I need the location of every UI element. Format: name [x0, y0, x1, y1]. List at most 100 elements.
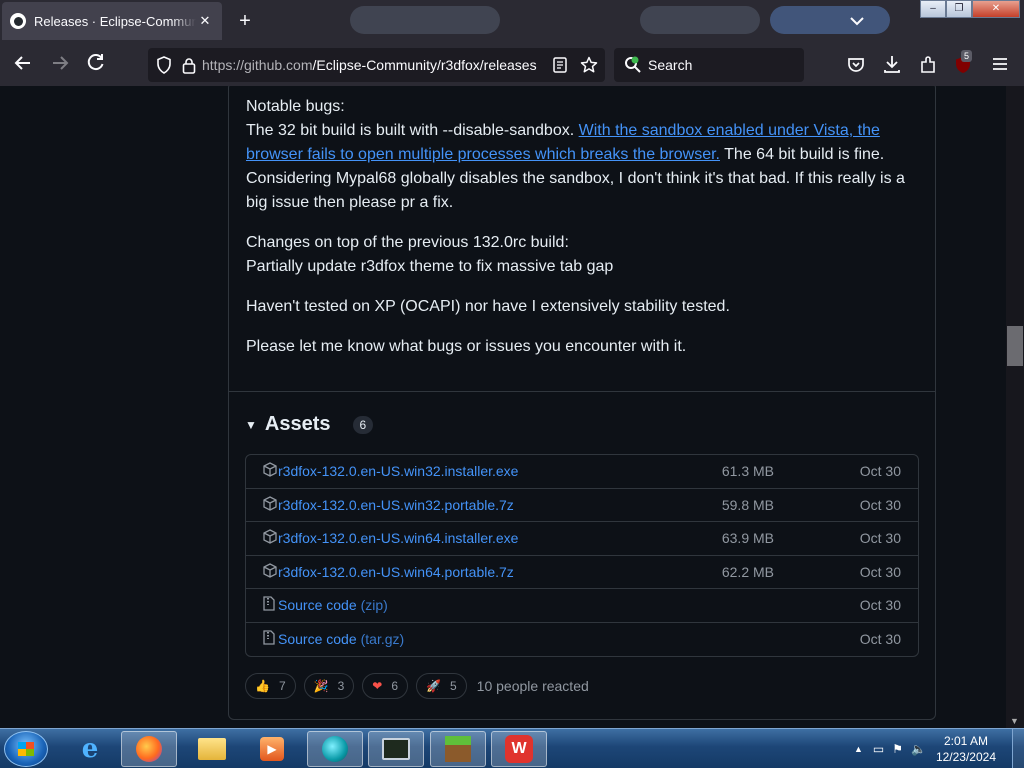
show-desktop-button[interactable] [1012, 729, 1024, 768]
asset-name: r3dfox-132.0.en-US.win32.portable.7z [278, 496, 514, 513]
back-arrow-icon [14, 56, 30, 70]
close-window-button[interactable]: ✕ [972, 0, 1020, 18]
network-icon[interactable]: ▭ [873, 742, 884, 756]
testing-note: Haven't tested on XP (OCAPI) nor have I … [246, 298, 730, 315]
asset-format: (zip) [360, 597, 388, 614]
asset-row: r3dfox-132.0.en-US.win64.portable.7z 62.2… [246, 556, 918, 589]
asset-date: Oct 30 [859, 530, 901, 547]
asset-link[interactable]: r3dfox-132.0.en-US.win32.portable.7z [278, 497, 514, 513]
back-button[interactable] [10, 53, 36, 77]
asset-row: r3dfox-132.0.en-US.win32.portable.7z 59.8… [246, 489, 918, 522]
asset-date: Oct 30 [859, 631, 901, 648]
asset-row: r3dfox-132.0.en-US.win32.installer.exe 61… [246, 455, 918, 489]
reaction-button[interactable]: 👍 7 [245, 673, 296, 699]
show-hidden-icons-icon[interactable]: ▲ [854, 744, 863, 754]
clock[interactable]: 2:01 AM 12/23/2024 [936, 733, 996, 765]
asset-date: Oct 30 [859, 597, 901, 614]
browser-window: Releases · Eclipse-Community/r3dfox ✕ + … [0, 0, 1024, 768]
party-popper-icon: 🎉 [313, 679, 329, 693]
action-center-flag-icon[interactable]: ⚑ [892, 742, 903, 756]
package-icon [263, 462, 277, 480]
pocket-icon[interactable] [847, 56, 865, 74]
assets-count-badge: 6 [352, 415, 374, 434]
scrollbar-thumb[interactable] [1007, 326, 1023, 366]
url-bar[interactable]: https://github.com/Eclipse-Community/r3d… [148, 48, 605, 82]
asset-link[interactable]: r3dfox-132.0.en-US.win64.portable.7z [278, 564, 514, 580]
changes-heading: Changes on top of the previous 132.0rc b… [246, 234, 569, 251]
minimize-button[interactable]: – [920, 0, 946, 18]
asset-link[interactable]: Source code (tar.gz) [278, 631, 404, 647]
asset-date: Oct 30 [859, 563, 901, 580]
asset-row: Source code (tar.gz) Oct 30 [246, 623, 918, 657]
asset-link[interactable]: Source code (zip) [278, 597, 388, 613]
asset-size: 61.3 MB [721, 463, 774, 480]
heart-icon: ❤ [372, 679, 383, 693]
explorer-taskbar-icon[interactable] [184, 731, 240, 767]
rocket-icon: 🚀 [426, 679, 441, 693]
package-icon [263, 563, 277, 581]
asset-name: r3dfox-132.0.en-US.win64.installer.exe [278, 530, 519, 547]
asset-date: Oct 30 [859, 496, 901, 513]
url-host: https://github.com [202, 57, 313, 73]
windows-taskbar: e ▶ W ▲ ▭ ⚑ 🔈 2:01 AM 12/23/2024 [0, 728, 1024, 768]
asset-name: r3dfox-132.0.en-US.win32.installer.exe [278, 463, 519, 480]
bookmark-star-icon[interactable] [580, 56, 598, 74]
downloads-icon[interactable] [883, 55, 901, 74]
file-zip-icon [263, 596, 277, 614]
forward-button[interactable] [47, 53, 73, 77]
wps-office-taskbar-icon[interactable]: W [491, 731, 547, 767]
maximize-button[interactable]: ❐ [946, 0, 972, 18]
media-player-taskbar-icon[interactable]: ▶ [244, 731, 300, 767]
volume-muted-icon[interactable]: 🔈 [911, 742, 926, 756]
reaction-button[interactable]: 🎉 3 [303, 673, 355, 699]
tab-releases[interactable]: Releases · Eclipse-Community/r3dfox ✕ [2, 2, 222, 40]
asset-link[interactable]: r3dfox-132.0.en-US.win64.installer.exe [278, 530, 518, 546]
reaction-button[interactable]: 🚀 5 [416, 673, 467, 699]
shield-icon[interactable] [156, 56, 172, 74]
url-text[interactable]: https://github.com/Eclipse-Community/r3d… [202, 57, 537, 73]
internet-explorer-taskbar-icon[interactable]: e [62, 731, 118, 767]
assets-heading: Assets [264, 413, 331, 435]
close-tab-icon[interactable]: ✕ [196, 13, 214, 29]
assets-toggle[interactable]: ▼ Assets 6 [245, 413, 374, 436]
background-blur [770, 6, 890, 34]
release-notes: Notable bugs: The 32 bit build is built … [246, 95, 916, 375]
vertical-scrollbar[interactable]: ▼ [1006, 86, 1024, 728]
url-path: /Eclipse-Community/r3dfox/releases [312, 57, 537, 73]
reaction-button[interactable]: ❤ 6 [362, 673, 409, 699]
changes-paragraph: Changes on top of the previous 132.0rc b… [246, 231, 916, 279]
asset-name: r3dfox-132.0.en-US.win64.portable.7z [278, 563, 514, 580]
reaction-count: 7 [278, 679, 286, 693]
asset-link[interactable]: r3dfox-132.0.en-US.win32.installer.exe [278, 463, 518, 479]
lock-icon[interactable] [182, 57, 196, 74]
start-button[interactable] [4, 731, 48, 767]
search-bar[interactable]: Search [614, 48, 804, 82]
extensions-icon[interactable] [919, 55, 938, 74]
asset-row: r3dfox-132.0.en-US.win64.installer.exe 63… [246, 522, 918, 556]
release-card: Notable bugs: The 32 bit build is built … [228, 86, 936, 720]
divider [229, 391, 935, 392]
tab-strip: Releases · Eclipse-Community/r3dfox ✕ + … [0, 0, 1024, 44]
list-all-tabs-button[interactable] [842, 8, 872, 34]
minecraft-taskbar-icon[interactable] [430, 731, 486, 767]
menu-hamburger-icon[interactable] [992, 57, 1008, 71]
firefox-taskbar-icon[interactable] [121, 731, 177, 767]
terminal-taskbar-icon[interactable] [368, 731, 424, 767]
scroll-down-icon[interactable]: ▼ [1010, 716, 1019, 726]
forward-arrow-icon [53, 56, 69, 70]
new-tab-button[interactable]: + [230, 6, 260, 36]
search-placeholder: Search [648, 57, 693, 73]
chevron-down-icon [850, 17, 864, 26]
asset-size: 59.8 MB [721, 496, 774, 513]
github-icon [10, 13, 26, 29]
reload-button[interactable] [83, 53, 109, 77]
app-taskbar-icon[interactable] [307, 731, 363, 767]
reaction-count: 6 [391, 679, 399, 693]
reader-view-icon[interactable] [553, 57, 567, 73]
clock-date: 12/23/2024 [935, 750, 996, 764]
package-icon [263, 496, 277, 514]
reactions-summary: 10 people reacted [476, 678, 589, 694]
file-zip-icon [263, 630, 277, 648]
search-engine-icon [625, 56, 641, 73]
system-tray: ▲ ▭ ⚑ 🔈 2:01 AM 12/23/2024 [854, 729, 1024, 768]
